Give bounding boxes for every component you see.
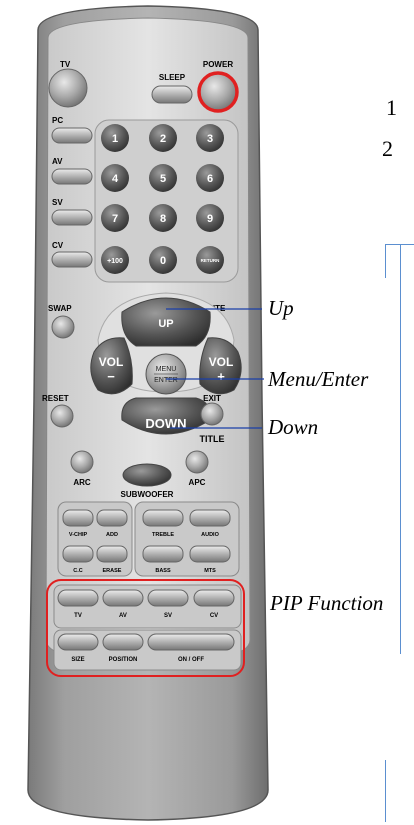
marker-1: 1 <box>386 95 397 120</box>
callout-menu-enter: Menu/Enter <box>268 367 369 391</box>
pip-position-label: POSITION <box>109 657 138 663</box>
up-label: UP <box>158 318 173 330</box>
callout-pip-function: PIP Function <box>270 591 384 615</box>
pip-cv-label: CV <box>210 613 218 619</box>
pip-cv-button[interactable] <box>193 589 235 607</box>
pip-av-label: AV <box>119 613 127 619</box>
frame-left-edge-bottom <box>385 760 386 822</box>
swap-label: SWAP <box>48 304 72 313</box>
cc-label: C.C <box>73 568 83 574</box>
sv-label: SV <box>52 198 63 207</box>
digit-4-label: 4 <box>112 173 119 185</box>
mts-button[interactable] <box>189 545 231 563</box>
plus100-label: +100 <box>107 258 123 265</box>
tv-label: TV <box>60 60 71 69</box>
bass-button[interactable] <box>142 545 184 563</box>
callout-down: Down <box>268 415 319 439</box>
cc-button[interactable] <box>62 545 94 563</box>
enter-label: ENTER <box>154 377 178 384</box>
pip-onoff-button[interactable] <box>147 633 235 651</box>
pip-size-button[interactable] <box>57 633 99 651</box>
vchip-label: V-CHIP <box>69 532 88 538</box>
power-label: POWER <box>203 60 233 69</box>
digit-3-label: 3 <box>207 133 213 145</box>
pip-size-label: SIZE <box>71 657 84 663</box>
pip-position-button[interactable] <box>102 633 144 651</box>
pip-av-button[interactable] <box>102 589 144 607</box>
digit-8-label: 8 <box>160 213 166 225</box>
subwoofer-button[interactable] <box>122 463 172 487</box>
vol-down-label: VOL <box>99 355 124 369</box>
arc-button[interactable] <box>70 450 94 474</box>
reset-button[interactable] <box>50 404 74 428</box>
callout-up: Up <box>268 296 294 320</box>
vol-plus-sign: + <box>217 369 225 384</box>
subwoofer-label: SUBWOOFER <box>121 490 174 499</box>
digit-1-label: 1 <box>112 133 118 145</box>
apc-label: APC <box>189 478 206 487</box>
vol-minus-sign: − <box>107 369 115 384</box>
frame-inner-edge <box>400 244 401 654</box>
menu-label: MENU <box>156 366 177 373</box>
sv-button[interactable] <box>51 209 93 226</box>
cv-button[interactable] <box>51 251 93 268</box>
remote-control: TV SLEEP POWER PC AV SV CV 1 2 3 4 5 6 7… <box>27 5 269 821</box>
arc-label: ARC <box>73 478 91 487</box>
sleep-button[interactable] <box>151 85 193 104</box>
pip-onoff-label: ON / OFF <box>178 657 204 663</box>
tv-button[interactable] <box>48 68 88 108</box>
marker-2: 2 <box>382 136 393 161</box>
digit-6-label: 6 <box>207 173 213 185</box>
av-button[interactable] <box>51 168 93 185</box>
swap-button[interactable] <box>51 315 75 339</box>
bass-label: BASS <box>155 568 171 574</box>
pc-label: PC <box>52 116 63 125</box>
pip-sv-button[interactable] <box>147 589 189 607</box>
power-button[interactable] <box>197 71 239 113</box>
pc-button[interactable] <box>51 127 93 144</box>
frame-left-edge-top <box>385 244 386 278</box>
erase-label: ERASE <box>103 568 122 574</box>
exit-button[interactable] <box>200 402 224 426</box>
digit-9-label: 9 <box>207 213 213 225</box>
apc-button[interactable] <box>185 450 209 474</box>
digit-2-label: 2 <box>160 133 166 145</box>
title-label: TITLE <box>200 434 225 444</box>
pip-tv-label: TV <box>74 613 82 619</box>
return-label: RETURN <box>201 258 220 263</box>
vchip-button[interactable] <box>62 509 94 527</box>
add-button[interactable] <box>96 509 128 527</box>
digit-5-label: 5 <box>160 173 166 185</box>
pip-sv-label: SV <box>164 613 172 619</box>
vol-up-label: VOL <box>209 355 234 369</box>
treble-label: TREBLE <box>152 532 174 538</box>
audio-button[interactable] <box>189 509 231 527</box>
pip-tv-button[interactable] <box>57 589 99 607</box>
number-pad: 1 2 3 4 5 6 7 8 9 +100 0 RETURN <box>94 119 239 283</box>
add-label: ADD <box>106 532 118 538</box>
sleep-label: SLEEP <box>159 73 186 82</box>
exit-label: EXIT <box>203 394 221 403</box>
digit-0-label: 0 <box>160 255 166 267</box>
audio-label: AUDIO <box>201 532 219 538</box>
cv-label: CV <box>52 241 64 250</box>
down-label: DOWN <box>145 416 186 431</box>
reset-label: RESET <box>42 394 69 403</box>
av-label: AV <box>52 157 63 166</box>
digit-7-label: 7 <box>112 213 118 225</box>
mts-label: MTS <box>204 568 216 574</box>
erase-button[interactable] <box>96 545 128 563</box>
treble-button[interactable] <box>142 509 184 527</box>
